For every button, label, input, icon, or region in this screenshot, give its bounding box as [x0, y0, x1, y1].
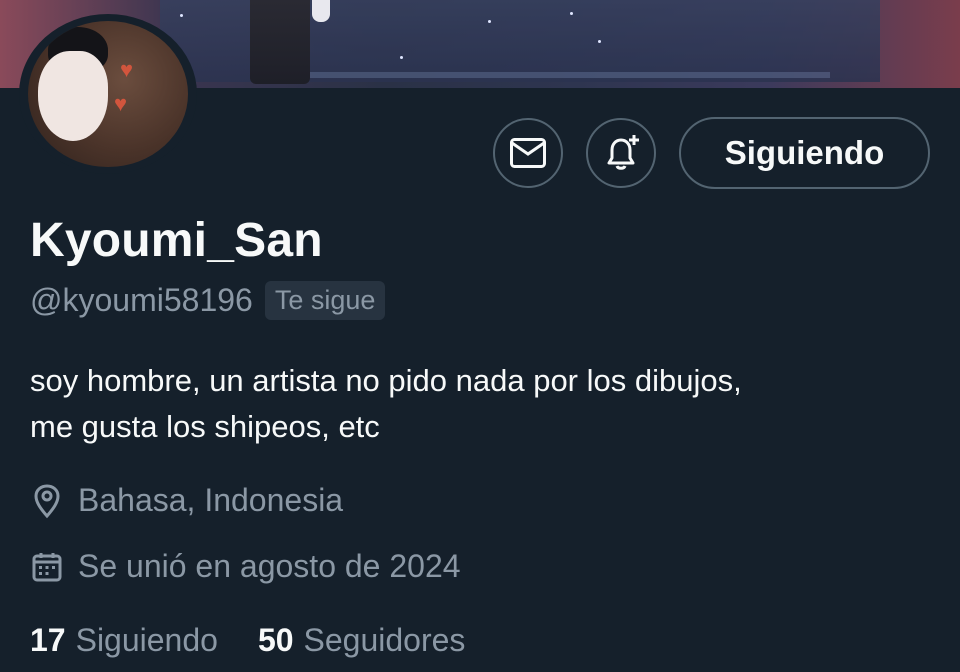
- bio-line: me gusta los shipeos, etc: [30, 409, 380, 444]
- banner-star: [488, 20, 491, 23]
- joined-row: Se unió en agosto de 2024: [30, 548, 461, 585]
- avatar-face: [38, 51, 108, 141]
- banner-star: [180, 14, 183, 17]
- bell-plus-icon: [607, 135, 639, 170]
- bio-line: soy hombre, un artista no pido nada por …: [30, 363, 742, 398]
- followers-label: Seguidores: [303, 622, 466, 658]
- follow-stats: 17 Siguiendo 50 Seguidores: [30, 622, 465, 659]
- location-row: Bahasa, Indonesia: [30, 482, 343, 519]
- banner-star: [400, 56, 403, 59]
- following-label: Siguiendo: [75, 622, 218, 658]
- following-button[interactable]: Siguiendo: [679, 117, 930, 189]
- location-pin-icon: [34, 483, 60, 518]
- joined-text: Se unió en agosto de 2024: [78, 548, 461, 584]
- heart-icon: ♥: [114, 91, 128, 116]
- banner-figure: [250, 0, 330, 84]
- profile-avatar[interactable]: ♥ ♥: [19, 14, 197, 174]
- avatar-image: ♥ ♥: [28, 21, 188, 167]
- following-count: 17: [30, 622, 66, 658]
- followers-link[interactable]: 50 Seguidores: [258, 622, 465, 659]
- calendar-icon: [32, 552, 62, 581]
- envelope-icon: [510, 138, 546, 168]
- banner-star: [570, 12, 573, 15]
- following-link[interactable]: 17 Siguiendo: [30, 622, 218, 659]
- display-name: Kyoumi_San: [30, 214, 323, 267]
- location-text: Bahasa, Indonesia: [78, 482, 344, 518]
- heart-icon: ♥: [120, 57, 134, 82]
- user-handle: @kyoumi58196: [30, 282, 253, 318]
- follows-you-badge: Te sigue: [264, 281, 386, 320]
- message-button[interactable]: [493, 118, 563, 188]
- profile-bio: soy hombre, un artista no pido nada por …: [30, 358, 940, 450]
- handle-row: @kyoumi58196 Te sigue: [30, 281, 386, 320]
- followers-count: 50: [257, 622, 294, 658]
- banner-star: [598, 40, 601, 43]
- notifications-button[interactable]: [586, 118, 656, 188]
